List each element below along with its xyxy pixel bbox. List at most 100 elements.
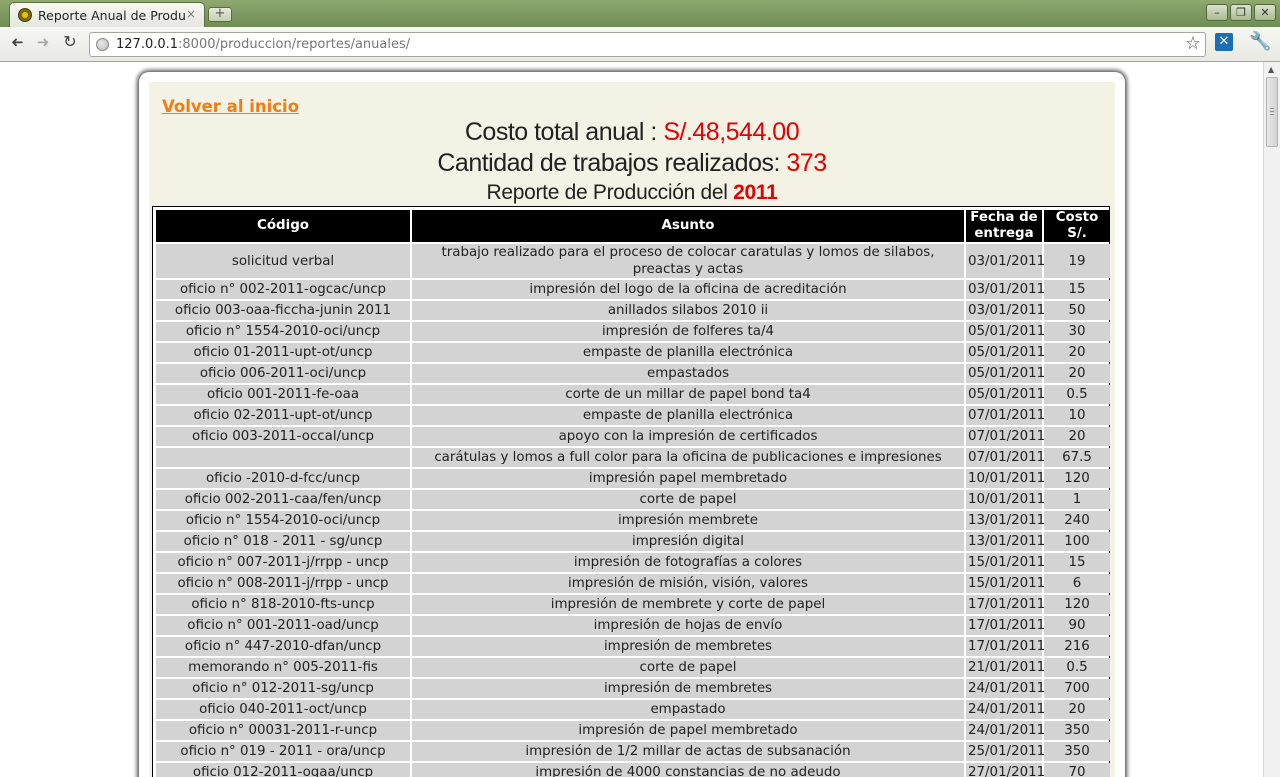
cell-costo: 10 — [1044, 406, 1110, 425]
cell-asunto: impresión digital — [412, 532, 964, 551]
cell-costo: 67.5 — [1044, 448, 1110, 467]
page-viewport: Volver al inicio Costo total anual : S/.… — [0, 62, 1263, 777]
cell-costo: 120 — [1044, 595, 1110, 614]
table-row: oficio n° 018 - 2011 - sg/uncp impresión … — [156, 532, 1110, 551]
cell-costo: 6 — [1044, 574, 1110, 593]
jobs-count-heading: Cantidad de trabajos realizados: 373 — [149, 149, 1115, 178]
header-asunto: Asunto — [412, 210, 964, 242]
globe-icon — [96, 38, 109, 51]
table-row: oficio n° 1554-2010-oci/uncp impresión me… — [156, 511, 1110, 530]
cell-codigo: oficio n° 1554-2010-oci/uncp — [156, 322, 410, 341]
close-window-button[interactable]: ✕ — [1254, 4, 1276, 21]
cell-costo: 50 — [1044, 301, 1110, 320]
back-arrow-icon: ➜ — [10, 33, 24, 51]
cell-asunto: empastado — [412, 700, 964, 719]
cell-fecha: 07/01/2011 — [966, 448, 1046, 467]
browser-toolbar: ➜ ➜ ↻ 127.0.0.1:8000/produccion/reportes… — [0, 27, 1280, 62]
cell-asunto: empastados — [412, 364, 964, 383]
cell-costo: 30 — [1044, 322, 1110, 341]
back-button[interactable]: ➜ — [7, 33, 27, 51]
cell-costo: 240 — [1044, 511, 1110, 530]
cell-fecha: 15/01/2011 — [966, 553, 1046, 572]
cell-asunto: empaste de planilla electrónica — [412, 343, 964, 362]
report-title-heading: Reporte de Producción del 2011 — [149, 181, 1115, 205]
wrench-menu-icon[interactable]: 🔧 — [1249, 31, 1271, 52]
cell-fecha: 05/01/2011 — [966, 364, 1046, 383]
cell-codigo: oficio 006-2011-oci/uncp — [156, 364, 410, 383]
tab-title: Reporte Anual de Produ — [38, 8, 186, 23]
cell-codigo: oficio 012-2011-ogaa/uncp — [156, 763, 410, 777]
table-row: oficio n° 019 - 2011 - ora/uncp impresión… — [156, 742, 1110, 761]
cell-asunto: impresión de membretes — [412, 637, 964, 656]
extension-icon[interactable]: ✕ — [1215, 33, 1233, 51]
bookmark-star-icon[interactable]: ☆ — [1185, 33, 1201, 54]
scroll-grip-line — [1270, 114, 1274, 115]
browser-tab[interactable]: Reporte Anual de Produ × — [9, 2, 205, 27]
cell-costo: 20 — [1044, 343, 1110, 362]
cell-asunto: impresión de hojas de envío — [412, 616, 964, 635]
cell-costo: 350 — [1044, 742, 1110, 761]
cell-fecha: 17/01/2011 — [966, 637, 1046, 656]
cell-costo: 90 — [1044, 616, 1110, 635]
table-row: memorando n° 005-2011-fis corte de papel 2… — [156, 658, 1110, 677]
table-row: oficio 003-oaa-ficcha-junin 2011 anillado… — [156, 301, 1110, 320]
cell-codigo: oficio 003-2011-occal/uncp — [156, 427, 410, 446]
cell-asunto: trabajo realizado para el proceso de col… — [412, 244, 964, 278]
scroll-up-arrow-icon[interactable]: ▲ — [1268, 65, 1274, 74]
minimize-button[interactable]: – — [1206, 4, 1228, 21]
restore-button[interactable]: ❐ — [1230, 4, 1252, 21]
page-scrollbar[interactable]: ▲ — [1263, 62, 1280, 777]
cell-codigo: oficio n° 012-2011-sg/uncp — [156, 679, 410, 698]
cell-fecha: 15/01/2011 — [966, 574, 1046, 593]
cell-asunto: impresión del logo de la oficina de acre… — [412, 280, 964, 299]
report-panel: Volver al inicio Costo total anual : S/.… — [149, 82, 1115, 777]
jobs-count-label: Cantidad de trabajos realizados: — [437, 149, 787, 177]
cell-fecha: 07/01/2011 — [966, 406, 1046, 425]
cell-codigo: oficio n° 018 - 2011 - sg/uncp — [156, 532, 410, 551]
url-text[interactable]: 127.0.0.1:8000/produccion/reportes/anual… — [116, 37, 410, 52]
cell-fecha: 13/01/2011 — [966, 511, 1046, 530]
forward-button[interactable]: ➜ — [33, 33, 53, 51]
new-tab-button[interactable]: + — [208, 7, 232, 22]
jobs-count-value: 373 — [786, 149, 827, 177]
tab-close-icon[interactable]: × — [186, 7, 196, 21]
cell-costo: 20 — [1044, 364, 1110, 383]
cell-fecha: 05/01/2011 — [966, 385, 1046, 404]
cell-fecha: 05/01/2011 — [966, 343, 1046, 362]
cell-codigo: oficio 01-2011-upt-ot/uncp — [156, 343, 410, 362]
reload-button[interactable]: ↻ — [60, 32, 80, 51]
cell-codigo: oficio n° 002-2011-ogcac/uncp — [156, 280, 410, 299]
scroll-grip-line — [1270, 111, 1274, 112]
table-row: oficio n° 818-2010-fts-uncp impresión de … — [156, 595, 1110, 614]
address-bar[interactable]: 127.0.0.1:8000/produccion/reportes/anual… — [89, 32, 1206, 57]
table-row: oficio 002-2011-caa/fen/uncp corte de pap… — [156, 490, 1110, 509]
cell-codigo: oficio -2010-d-fcc/uncp — [156, 469, 410, 488]
cell-codigo: memorando n° 005-2011-fis — [156, 658, 410, 677]
cell-costo: 0.5 — [1044, 658, 1110, 677]
header-codigo: Código — [156, 210, 410, 242]
cell-asunto: corte de papel — [412, 658, 964, 677]
cell-costo: 1 — [1044, 490, 1110, 509]
cell-costo: 216 — [1044, 637, 1110, 656]
cell-asunto: impresión de folferes ta/4 — [412, 322, 964, 341]
cell-asunto: impresión papel membretado — [412, 469, 964, 488]
back-to-home-link[interactable]: Volver al inicio — [162, 97, 299, 116]
cell-codigo: oficio n° 00031-2011-r-uncp — [156, 721, 410, 740]
window-titlebar: Reporte Anual de Produ × + – ❐ ✕ — [0, 0, 1280, 27]
cell-asunto: corte de un millar de papel bond ta4 — [412, 385, 964, 404]
url-path: :8000/produccion/reportes/anuales/ — [178, 37, 411, 52]
table-row: oficio n° 002-2011-ogcac/uncp impresión d… — [156, 280, 1110, 299]
table-row: oficio n° 00031-2011-r-uncp impresión de … — [156, 721, 1110, 740]
table-row: oficio 01-2011-upt-ot/uncp empaste de pla… — [156, 343, 1110, 362]
scroll-grip-line — [1270, 108, 1274, 109]
table-row: oficio n° 008-2011-j/rrpp - uncp impresió… — [156, 574, 1110, 593]
cell-costo: 20 — [1044, 427, 1110, 446]
table-row: solicitud verbal trabajo realizado para e… — [156, 244, 1110, 278]
table-header-row: Código Asunto Fecha de entrega Costo S/. — [156, 210, 1110, 242]
cell-costo: 120 — [1044, 469, 1110, 488]
table-body: solicitud verbal trabajo realizado para e… — [156, 244, 1110, 777]
cell-codigo: oficio 040-2011-oct/uncp — [156, 700, 410, 719]
scrollbar-thumb[interactable] — [1266, 77, 1278, 147]
cell-fecha: 24/01/2011 — [966, 721, 1046, 740]
cell-fecha: 17/01/2011 — [966, 595, 1046, 614]
